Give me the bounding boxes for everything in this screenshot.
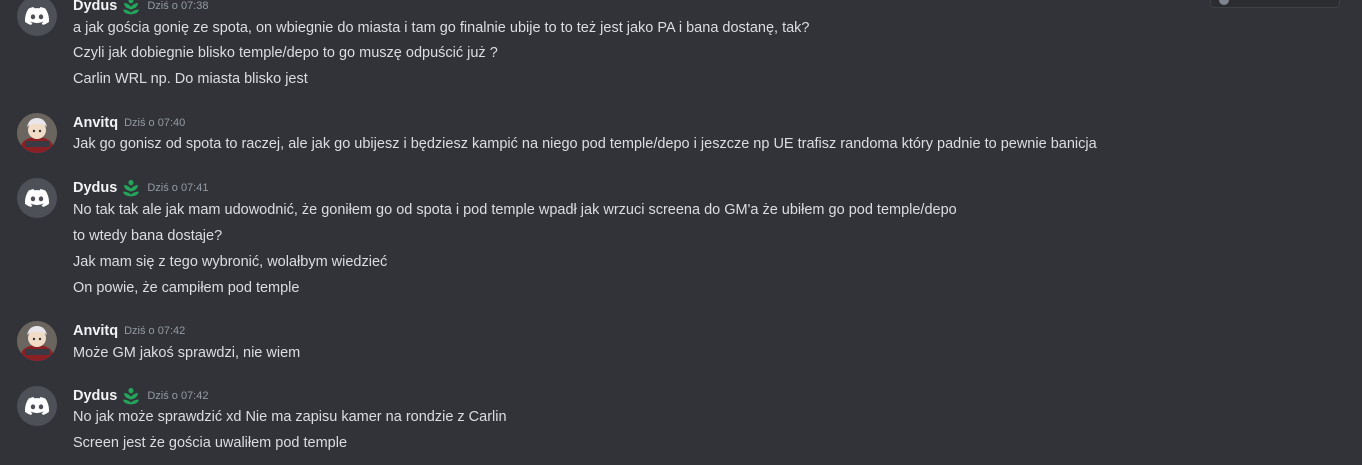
discord-logo-icon bbox=[25, 7, 49, 25]
message-actions-toolbar[interactable] bbox=[1210, 0, 1340, 8]
message-header: Dydus Dziś o 07:42 bbox=[73, 386, 208, 406]
message-line: On powie, że campiłem pod temple bbox=[73, 280, 300, 296]
message-line: a jak gościa gonię ze spota, on wbiegnie… bbox=[73, 20, 810, 36]
username[interactable]: Anvitq bbox=[73, 323, 118, 339]
character-photo-icon bbox=[17, 321, 57, 361]
message-header: Anvitq Dziś o 07:42 bbox=[73, 321, 185, 341]
timestamp[interactable]: Dziś o 07:41 bbox=[147, 182, 208, 194]
avatar[interactable] bbox=[17, 321, 57, 361]
avatar[interactable] bbox=[17, 113, 57, 153]
message-line: Screen jest że gościa uwaliłem pod templ… bbox=[73, 435, 348, 451]
discord-logo-icon bbox=[25, 189, 49, 207]
timestamp[interactable]: Dziś o 07:42 bbox=[124, 325, 185, 337]
message-header: Dydus Dziś o 07:38 bbox=[73, 0, 208, 16]
avatar[interactable] bbox=[17, 0, 57, 36]
green-leaf-badge-icon[interactable] bbox=[121, 387, 141, 405]
green-leaf-badge-icon[interactable] bbox=[121, 179, 141, 197]
message-line: Jak mam się z tego wybronić, wolałbym wi… bbox=[73, 254, 388, 270]
username[interactable]: Dydus bbox=[73, 388, 117, 404]
message-line: to wtedy bana dostaje? bbox=[73, 228, 223, 244]
character-photo-icon bbox=[17, 113, 57, 153]
message-header: Dydus Dziś o 07:41 bbox=[73, 178, 208, 198]
timestamp[interactable]: Dziś o 07:42 bbox=[147, 390, 208, 402]
username[interactable]: Anvitq bbox=[73, 115, 118, 131]
username[interactable]: Dydus bbox=[73, 180, 117, 196]
avatar[interactable] bbox=[17, 386, 57, 426]
message-header: Anvitq Dziś o 07:40 bbox=[73, 113, 185, 133]
message-line: Może GM jakoś sprawdzi, nie wiem bbox=[73, 345, 301, 361]
message-line: No tak tak ale jak mam udowodnić, że gon… bbox=[73, 202, 957, 218]
discord-logo-icon bbox=[25, 397, 49, 415]
timestamp[interactable]: Dziś o 07:38 bbox=[147, 0, 208, 12]
green-leaf-badge-icon[interactable] bbox=[121, 0, 141, 15]
username[interactable]: Dydus bbox=[73, 0, 117, 14]
avatar[interactable] bbox=[17, 178, 57, 218]
message-line: No jak może sprawdzić xd Nie ma zapisu k… bbox=[73, 409, 507, 425]
timestamp[interactable]: Dziś o 07:40 bbox=[124, 117, 185, 129]
message-line: Jak go gonisz od spota to raczej, ale ja… bbox=[73, 136, 1097, 152]
message-line: Czyli jak dobiegnie blisko temple/depo t… bbox=[73, 45, 498, 61]
reaction-icon[interactable] bbox=[1219, 0, 1229, 5]
message-line: Carlin WRL np. Do miasta blisko jest bbox=[73, 71, 308, 87]
chat-messages: Dydus Dziś o 07:38 a jak gościa gonię ze… bbox=[0, 0, 1362, 465]
